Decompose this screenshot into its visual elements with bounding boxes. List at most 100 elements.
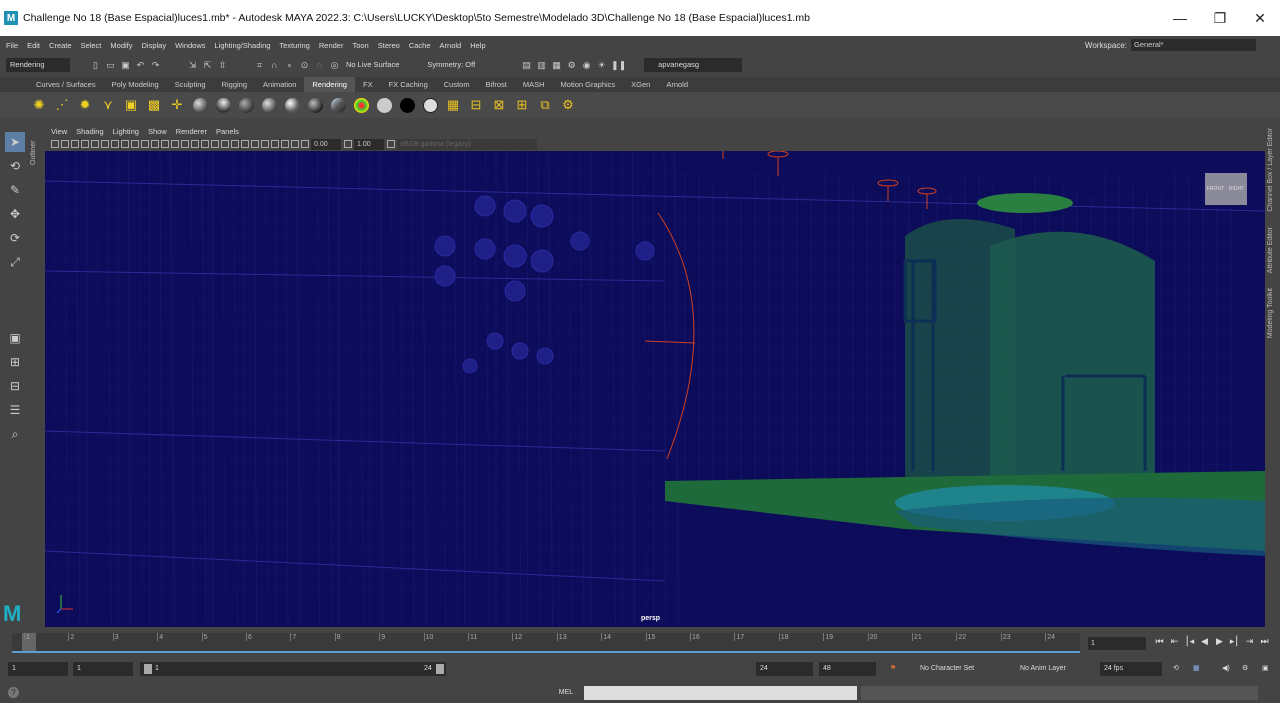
playback-end-field[interactable]: 24 — [756, 662, 813, 676]
select-camera-icon[interactable] — [51, 140, 59, 148]
wireframe-on-shaded-icon[interactable] — [181, 140, 189, 148]
field-chart-icon[interactable] — [131, 140, 139, 148]
menu-help[interactable]: Help — [470, 41, 485, 50]
shelf-tab-rigging[interactable]: Rigging — [214, 77, 255, 92]
screen-space-ao-icon[interactable] — [221, 140, 229, 148]
fps-dropdown[interactable]: 24 fps — [1100, 662, 1162, 676]
time-slider-track[interactable]: 1 2 3 4 5 6 7 8 9 10 11 12 13 14 15 16 17 18 19 20 21 22 23 24 — [12, 633, 1080, 653]
directional-light-icon[interactable]: ⋰ — [53, 96, 71, 114]
light-editor-icon[interactable]: ☀ — [596, 60, 607, 71]
attribute-editor-tab[interactable]: Attribute Editor — [1267, 227, 1274, 273]
symmetry-dropdown[interactable]: Symmetry: Off — [423, 58, 479, 72]
bookmarks-icon[interactable]: ▣ — [1262, 662, 1269, 676]
menu-arnold[interactable]: Arnold — [440, 41, 462, 50]
outliner-tab[interactable]: Outliner — [30, 128, 44, 178]
undo-icon[interactable]: ↶ — [135, 60, 146, 71]
workspace-dropdown[interactable]: General* — [1131, 39, 1256, 51]
snap-curve-icon[interactable]: ∩ — [269, 60, 280, 71]
bookmark-icon[interactable] — [71, 140, 79, 148]
snap-live-icon[interactable]: ◎ — [329, 60, 340, 71]
layered-shader-icon[interactable] — [306, 96, 324, 114]
textured-icon[interactable] — [191, 140, 199, 148]
render-settings-shelf-icon[interactable]: ⚙ — [559, 96, 577, 114]
scene-start-field[interactable]: 1 — [8, 662, 68, 676]
menu-create[interactable]: Create — [49, 41, 72, 50]
image-plane-icon[interactable] — [81, 140, 89, 148]
use-lights-icon[interactable] — [201, 140, 209, 148]
shelf-tab-rendering[interactable]: Rendering — [304, 77, 355, 92]
shelf-tab-curves-surfaces[interactable]: Curves / Surfaces — [28, 77, 104, 92]
new-scene-icon[interactable]: ▯ — [90, 60, 101, 71]
shelf-tab-bifrost[interactable]: Bifrost — [478, 77, 515, 92]
open-scene-icon[interactable]: ▭ — [105, 60, 116, 71]
redo-icon[interactable]: ↷ — [150, 60, 161, 71]
volume-light-icon[interactable]: ▩ — [145, 96, 163, 114]
shading-map-icon[interactable] — [352, 96, 370, 114]
gamma-icon[interactable] — [344, 140, 352, 148]
select-component-icon[interactable]: ⇳ — [217, 60, 228, 71]
scale-tool-icon[interactable]: ⤢ — [5, 252, 25, 272]
audio-icon[interactable]: ◀) — [1222, 662, 1230, 676]
ramp-shader-icon[interactable] — [329, 96, 347, 114]
close-button[interactable]: ✕ — [1240, 10, 1280, 27]
scene-end-field[interactable]: 48 — [819, 662, 876, 676]
safe-title-icon[interactable] — [151, 140, 159, 148]
help-icon[interactable]: ? — [8, 687, 19, 698]
menu-file[interactable]: File — [6, 41, 18, 50]
blinn-material-icon[interactable] — [191, 96, 209, 114]
shelf-tab-poly-modeling[interactable]: Poly Modeling — [104, 77, 167, 92]
snap-view-icon[interactable]: ⊙ — [299, 60, 310, 71]
menu-windows[interactable]: Windows — [175, 41, 205, 50]
panel-menu-renderer[interactable]: Renderer — [176, 127, 207, 136]
list-layout-icon[interactable]: ☰ — [5, 400, 25, 420]
play-forwards-icon[interactable]: ▶ — [1212, 636, 1227, 647]
command-input[interactable] — [584, 686, 857, 700]
rotate-tool-icon[interactable]: ⟳ — [5, 228, 25, 248]
live-surface-field[interactable]: No Live Surface — [342, 58, 403, 72]
step-back-frame-icon[interactable]: ⎮◂ — [1182, 636, 1197, 647]
outliner-layout-icon[interactable]: ⊟ — [5, 376, 25, 396]
cache-playback-icon[interactable]: ▦ — [1193, 662, 1200, 676]
exposure-field[interactable]: 0.00 — [311, 138, 341, 150]
area-light-icon[interactable]: ▣ — [122, 96, 140, 114]
menu-texturing[interactable]: Texturing — [279, 41, 309, 50]
anisotropic-material-icon[interactable] — [283, 96, 301, 114]
character-set-dropdown[interactable]: No Character Set — [920, 662, 974, 676]
step-back-key-icon[interactable]: ⇤ — [1167, 636, 1182, 647]
search-icon[interactable]: ⌕ — [5, 424, 25, 444]
range-slider[interactable]: 1 24 — [140, 662, 446, 676]
safe-action-icon[interactable] — [141, 140, 149, 148]
range-end-handle[interactable] — [436, 664, 444, 674]
hypershade-icon[interactable]: ◉ — [581, 60, 592, 71]
wireframe-icon[interactable] — [161, 140, 169, 148]
menu-toon[interactable]: Toon — [352, 41, 368, 50]
modeling-toolkit-tab[interactable]: Modeling Toolkit — [1267, 288, 1274, 338]
render-settings-icon[interactable]: ⚙ — [566, 60, 577, 71]
panel-menu-panels[interactable]: Panels — [216, 127, 239, 136]
shelf-tab-mash[interactable]: MASH — [515, 77, 553, 92]
step-forward-frame-icon[interactable]: ▸⎮ — [1227, 636, 1242, 647]
color-management-icon[interactable] — [387, 140, 395, 148]
spot-light-icon[interactable]: ⋎ — [99, 96, 117, 114]
ambient-light-icon[interactable]: ✺ — [30, 96, 48, 114]
render-region-icon[interactable]: ⊠ — [490, 96, 508, 114]
render-current-frame-icon[interactable]: ▦ — [444, 96, 462, 114]
viewcube-right[interactable]: RIGHT — [1226, 173, 1247, 205]
panel-menu-shading[interactable]: Shading — [76, 127, 104, 136]
paint-select-tool-icon[interactable]: ✎ — [5, 180, 25, 200]
xray-joints-icon[interactable] — [281, 140, 289, 148]
play-backwards-icon[interactable]: ◀ — [1197, 636, 1212, 647]
shelf-tab-motion-graphics[interactable]: Motion Graphics — [553, 77, 624, 92]
menu-render[interactable]: Render — [319, 41, 344, 50]
snap-surface-icon[interactable]: ◌ — [314, 60, 325, 71]
batch-render-icon[interactable]: ⊞ — [513, 96, 531, 114]
range-start-handle[interactable] — [144, 664, 152, 674]
phong-material-icon[interactable] — [237, 96, 255, 114]
select-hierarchy-icon[interactable]: ⇲ — [187, 60, 198, 71]
save-scene-icon[interactable]: ▣ — [120, 60, 131, 71]
gate-mask-icon[interactable] — [121, 140, 129, 148]
panel-menu-show[interactable]: Show — [148, 127, 167, 136]
view-transform-dropdown[interactable]: sRGB gamma (legacy) — [397, 138, 537, 150]
menu-edit[interactable]: Edit — [27, 41, 40, 50]
auto-key-icon[interactable]: ⚑ — [890, 662, 896, 676]
